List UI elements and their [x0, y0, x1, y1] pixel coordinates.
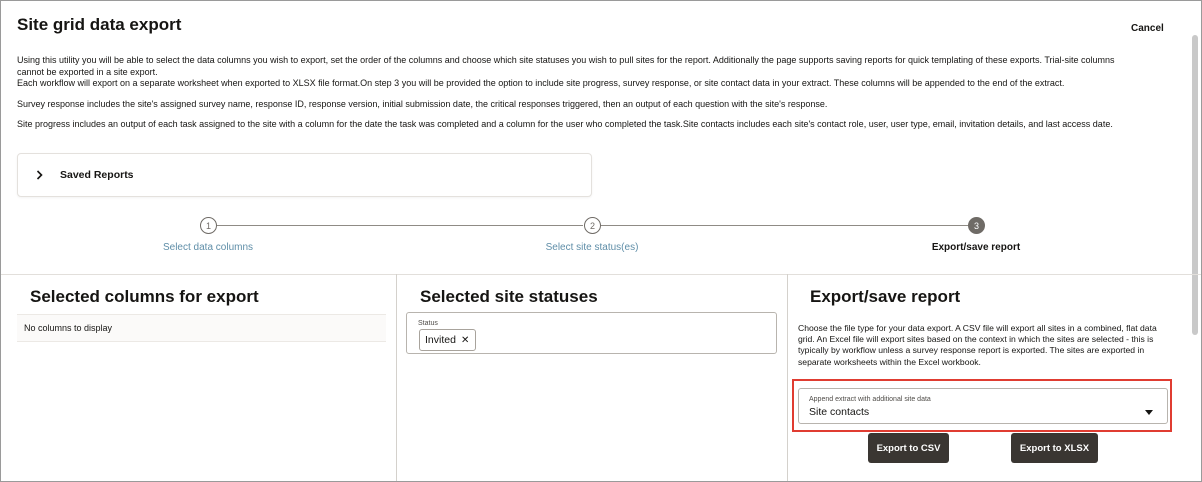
close-icon[interactable]: ✕: [461, 335, 469, 346]
append-extract-value: Site contacts: [809, 406, 870, 418]
intro-survey-text: Survey response includes the site's assi…: [17, 98, 828, 109]
status-field[interactable]: Status Invited ✕: [406, 312, 777, 354]
stepper: 1 2 3 Select data columns Select site st…: [1, 213, 1201, 263]
selected-columns-list: No columns to display: [17, 314, 386, 342]
step-3-indicator: 3: [968, 217, 985, 234]
saved-reports-toggle[interactable]: Saved Reports: [17, 153, 592, 197]
page-scrollbar[interactable]: [1192, 35, 1198, 335]
section-divider: [1, 274, 1201, 275]
column-separator: [787, 274, 788, 481]
intro-line: Using this utility you will be able to s…: [17, 55, 1115, 65]
status-chip-label: Invited: [425, 334, 456, 346]
step-connector: [217, 225, 583, 226]
saved-reports-label: Saved Reports: [60, 169, 134, 181]
step-2-label[interactable]: Select site status(es): [546, 242, 639, 253]
export-csv-button[interactable]: Export to CSV: [868, 433, 949, 463]
empty-columns-text: No columns to display: [24, 323, 113, 333]
page-title: Site grid data export: [17, 15, 182, 34]
step-1-label[interactable]: Select data columns: [163, 242, 253, 253]
intro-text: Using this utility you will be able to s…: [17, 55, 1182, 131]
page-frame: Site grid data export Cancel Using this …: [0, 0, 1202, 482]
column-separator: [396, 274, 397, 481]
caret-down-icon: [1145, 403, 1153, 415]
append-extract-select[interactable]: Append extract with additional site data…: [798, 388, 1168, 424]
status-field-label: Status: [418, 320, 438, 327]
step-connector: [601, 225, 968, 226]
step-3-label: Export/save report: [931, 242, 1021, 253]
step-2-indicator[interactable]: 2: [584, 217, 601, 234]
intro-line: Each workflow will export on a separate …: [17, 78, 1065, 88]
intro-progress-text: Site progress includes an output of each…: [17, 119, 1113, 129]
selected-columns-title: Selected columns for export: [30, 287, 259, 307]
export-panel-title: Export/save report: [810, 287, 961, 307]
export-xlsx-button[interactable]: Export to XLSX: [1011, 433, 1098, 463]
cancel-button[interactable]: Cancel: [1131, 23, 1164, 34]
intro-line: cannot be exported in a site export.: [17, 66, 158, 77]
chevron-right-icon: [34, 170, 44, 180]
append-extract-label: Append extract with additional site data: [809, 396, 931, 403]
status-chip-invited: Invited ✕: [419, 329, 477, 351]
step-1-indicator[interactable]: 1: [200, 217, 217, 234]
export-description: Choose the file type for your data expor…: [798, 323, 1157, 367]
selected-statuses-title: Selected site statuses: [420, 287, 598, 307]
